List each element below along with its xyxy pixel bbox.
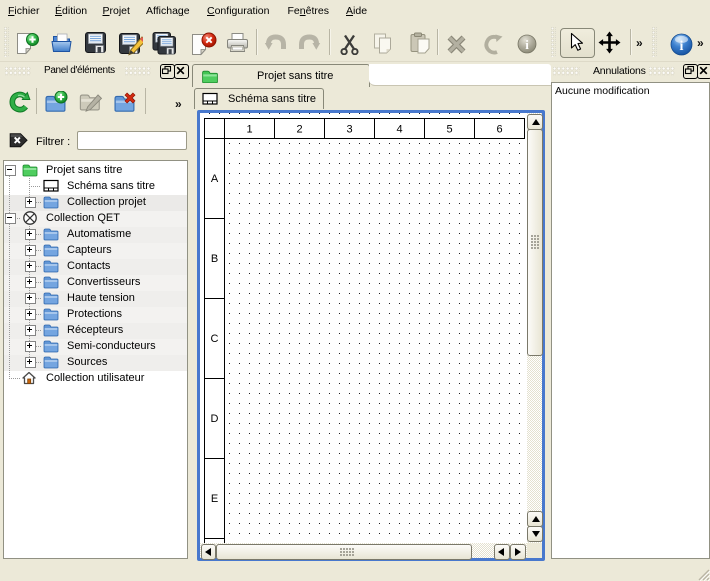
svg-text:A: A [211,173,219,185]
svg-text:C: C [211,333,219,345]
svg-text:i: i [525,37,529,52]
svg-text:4: 4 [396,124,402,136]
svg-text:6: 6 [496,124,502,136]
svg-text:5: 5 [446,124,452,136]
svg-text:3: 3 [346,124,352,136]
svg-text:B: B [211,253,218,265]
svg-text:1: 1 [246,124,252,136]
svg-text:D: D [211,413,219,425]
svg-text:E: E [211,493,218,505]
svg-text:i: i [680,39,684,54]
svg-text:2: 2 [296,124,302,136]
